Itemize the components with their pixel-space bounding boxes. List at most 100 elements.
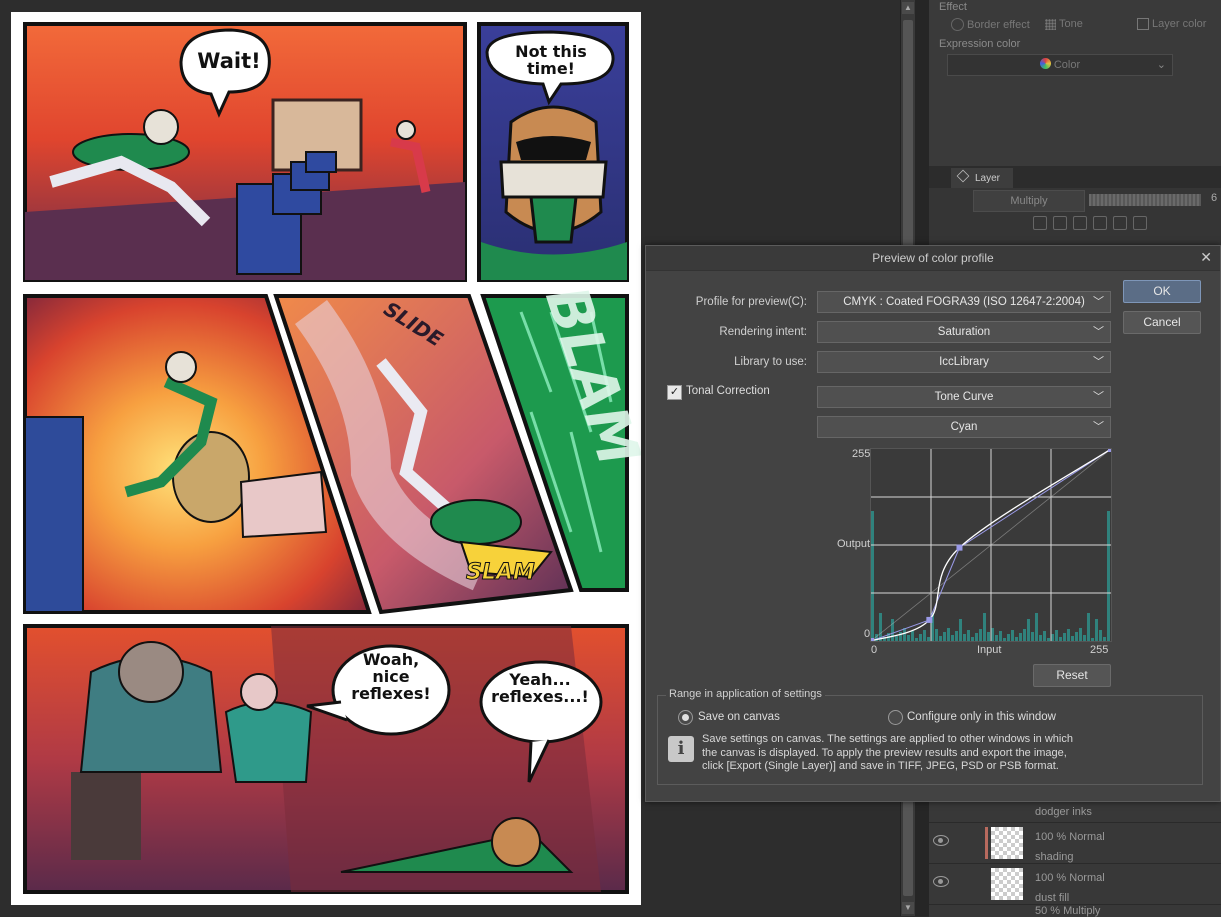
cancel-button[interactable]: Cancel	[1123, 311, 1201, 334]
curve-type-dropdown[interactable]: Tone Curve ﹀	[817, 386, 1111, 408]
rendering-intent-dropdown[interactable]: Saturation ﹀	[817, 321, 1111, 343]
eye-icon[interactable]	[933, 835, 949, 846]
graph-y-label: Output	[837, 538, 871, 550]
expression-color-value: Color	[1053, 59, 1081, 71]
reset-button[interactable]: Reset	[1033, 664, 1111, 687]
info-icon: i	[668, 736, 694, 762]
histogram-bar	[1003, 638, 1006, 641]
configure-window-radio[interactable]	[888, 710, 903, 725]
layer-row[interactable]: 100 % Normal dust fill	[929, 863, 1221, 904]
histogram-bar	[899, 632, 902, 641]
tonal-correction-checkbox[interactable]: ✓	[667, 385, 682, 400]
reference-icon[interactable]	[1053, 216, 1067, 230]
channel-value: Cyan	[950, 421, 978, 433]
dialog-titlebar[interactable]: Preview of color profile ✕	[646, 246, 1220, 271]
graph-x-min: 0	[871, 644, 878, 656]
opacity-slider[interactable]	[1089, 194, 1201, 206]
chevron-down-icon: ﹀	[1093, 326, 1104, 338]
histogram-bar	[1087, 613, 1090, 641]
histogram-bar	[1099, 630, 1102, 641]
speech-bubble-nice-reflexes: Woah, nice reflexes!	[351, 650, 431, 703]
histogram-bar	[1107, 511, 1110, 641]
range-settings-group: Range in application of settings Save on…	[657, 688, 1203, 785]
speech-bubble-yeah-reflexes: Yeah... reflexes...!	[491, 670, 589, 706]
tone-option[interactable]: Tone	[1045, 18, 1083, 30]
histogram-bar	[1063, 633, 1066, 641]
histogram-bar	[1027, 619, 1030, 641]
sfx-slam: SLAM	[466, 560, 536, 586]
histogram-bar	[1083, 635, 1086, 641]
layer-name: dodger inks	[1035, 806, 1092, 818]
histogram-bar	[1039, 635, 1042, 641]
layer-row[interactable]: 50 % Multiply	[929, 904, 1221, 917]
configure-window-label: Configure only in this window	[907, 711, 1056, 723]
graph-y-max: 255	[852, 448, 871, 460]
histogram-bar	[911, 631, 914, 641]
histogram-bar	[955, 631, 958, 641]
histogram-bar	[943, 632, 946, 641]
ruler-icon[interactable]	[1133, 216, 1147, 230]
histogram-bar	[967, 630, 970, 641]
histogram-bar	[999, 631, 1002, 641]
blend-mode-dropdown[interactable]: Multiply	[973, 190, 1085, 212]
chevron-down-icon: ﹀	[1093, 391, 1104, 403]
histogram-bar	[1091, 638, 1094, 641]
layers-icon	[956, 169, 970, 183]
layer-row[interactable]: 100 % Normal shading	[929, 822, 1221, 863]
histogram-bar	[903, 628, 906, 641]
lock-alpha-icon[interactable]	[1093, 216, 1107, 230]
curve-control-point[interactable]	[956, 544, 963, 551]
speech-bubble-wait: Wait!	[197, 49, 261, 73]
histogram-bar	[1047, 638, 1050, 641]
histogram-bar	[987, 632, 990, 641]
histogram-bar	[907, 635, 910, 641]
curve-control-point[interactable]	[868, 638, 874, 644]
histogram-bar	[1059, 637, 1062, 641]
scroll-up-arrow-icon[interactable]: ▲	[902, 2, 914, 14]
clip-icon[interactable]	[1033, 216, 1047, 230]
tone-curve-graph[interactable]	[868, 446, 1114, 644]
lock-icon[interactable]	[1073, 216, 1087, 230]
layer-thumbnail	[991, 827, 1023, 859]
graph-x-label: Input	[977, 644, 1002, 656]
ok-button[interactable]: OK	[1123, 280, 1201, 303]
histogram-bar	[1103, 637, 1106, 641]
tab-layer[interactable]: Layer	[951, 168, 1013, 188]
curve-control-point[interactable]	[1108, 446, 1114, 452]
histogram-bar	[1031, 632, 1034, 641]
profile-dropdown[interactable]: CMYK : Coated FOGRA39 (ISO 12647-2:2004)…	[817, 291, 1111, 313]
chevron-down-icon: ﹀	[1093, 421, 1104, 433]
layer-row[interactable]: dodger inks	[929, 800, 1221, 823]
expression-color-dropdown[interactable]: Color ⌄	[947, 54, 1173, 76]
layer-info: 100 % Normal shading	[1035, 827, 1105, 867]
histogram-bar	[951, 635, 954, 641]
chevron-down-icon: ﹀	[1093, 296, 1104, 308]
library-dropdown[interactable]: IccLibrary ﹀	[817, 351, 1111, 373]
expression-color-label: Expression color	[939, 38, 1021, 50]
histogram-bar	[963, 634, 966, 641]
mask-icon[interactable]	[1113, 216, 1127, 230]
eye-icon[interactable]	[933, 876, 949, 887]
curve-type-value: Tone Curve	[934, 391, 994, 403]
histogram-bar	[939, 636, 942, 641]
curve-control-point[interactable]	[926, 616, 933, 623]
comic-page[interactable]: Wait! Not this time! Woah, nice reflexes…	[11, 12, 641, 905]
tone-icon	[1045, 18, 1056, 30]
panel-6	[23, 624, 629, 894]
histogram-bar	[895, 636, 898, 641]
layer-color-option[interactable]: Layer color	[1137, 18, 1206, 30]
border-effect-option[interactable]: Border effect	[951, 18, 1030, 31]
channel-dropdown[interactable]: Cyan ﹀	[817, 416, 1111, 438]
profile-label: Profile for preview(C):	[695, 296, 807, 308]
histogram-bar	[979, 629, 982, 641]
close-icon[interactable]: ✕	[1200, 249, 1212, 266]
tone-curve-canvas[interactable]	[868, 446, 1114, 644]
opacity-value: 6	[1211, 192, 1218, 204]
chevron-down-icon: ﹀	[1093, 356, 1104, 368]
chevron-down-icon: ⌄	[1156, 59, 1166, 71]
scroll-down-arrow-icon[interactable]: ▼	[902, 902, 914, 914]
save-on-canvas-radio[interactable]	[678, 710, 693, 725]
border-effect-label: Border effect	[967, 18, 1030, 31]
layer-thumbnail	[991, 868, 1023, 900]
graph-x-max: 255	[1090, 644, 1109, 656]
